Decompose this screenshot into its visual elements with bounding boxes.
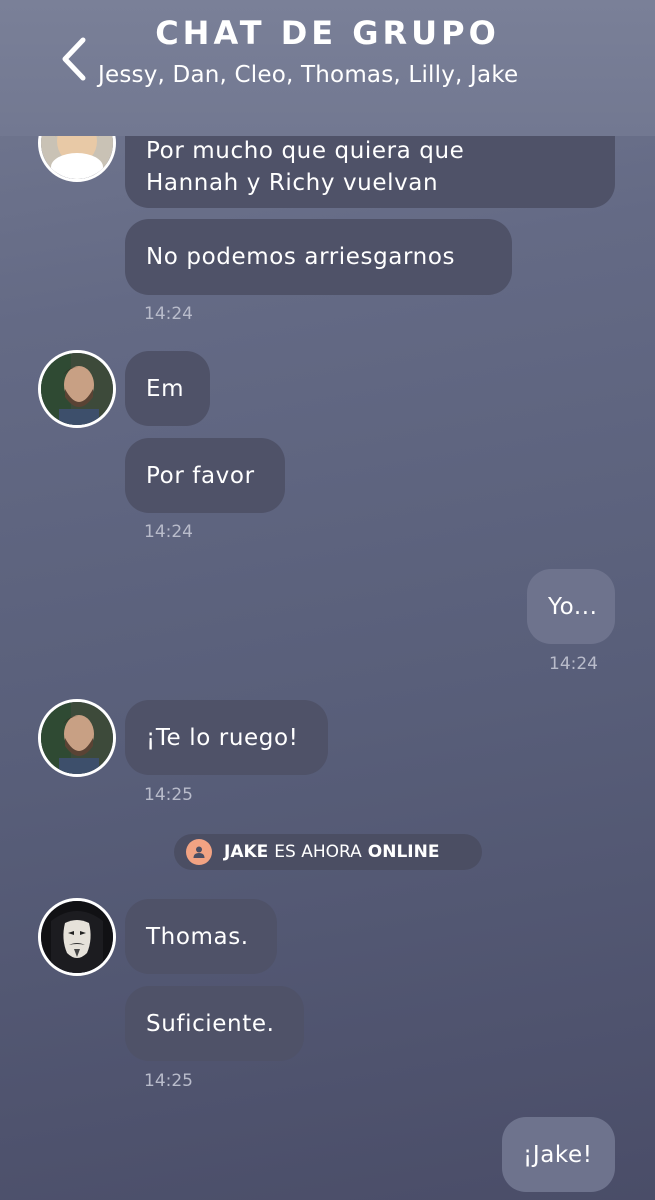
message-bubble: Por favor (125, 438, 285, 513)
status-username: JAKE (224, 842, 269, 862)
message-text: ¡Te lo ruego! (146, 724, 299, 751)
message-bubble-outgoing: Yo... (527, 569, 615, 644)
participants-list[interactable]: Jessy, Dan, Cleo, Thomas, Lilly, Jake (98, 62, 518, 88)
avatar-thomas[interactable] (38, 350, 116, 428)
message-timestamp: 14:25 (144, 1071, 193, 1091)
message-text: Yo... (548, 593, 598, 620)
message-text: No podemos arriesgarnos (146, 244, 456, 270)
message-timestamp: 14:24 (144, 304, 193, 324)
message-text: Por mucho que quiera que (146, 138, 465, 164)
chat-thread[interactable]: Por mucho que quiera que Hannah y Richy … (0, 0, 655, 1200)
message-bubble: Em (125, 351, 210, 426)
online-status-notice: JAKE ES AHORA ONLINE (174, 834, 482, 870)
message-text: Hannah y Richy vuelvan (146, 170, 439, 196)
message-bubble: No podemos arriesgarnos (125, 219, 512, 295)
message-text: Em (146, 375, 185, 402)
message-text: Por favor (146, 462, 255, 489)
chat-header: CHAT DE GRUPO Jessy, Dan, Cleo, Thomas, … (0, 0, 655, 136)
message-timestamp: 14:24 (144, 522, 193, 542)
message-text: Thomas. (146, 923, 249, 950)
message-text: ¡Jake! (523, 1141, 593, 1168)
message-timestamp: 14:25 (144, 785, 193, 805)
message-text: Suficiente. (146, 1010, 275, 1037)
message-bubble: ¡Te lo ruego! (125, 700, 328, 775)
message-timestamp: 14:24 (549, 654, 598, 674)
message-bubble-outgoing: ¡Jake! (502, 1117, 615, 1192)
avatar-thomas[interactable] (38, 699, 116, 777)
avatar-jake[interactable] (38, 898, 116, 976)
message-bubble: Suficiente. (125, 986, 304, 1061)
message-bubble: Thomas. (125, 899, 277, 974)
status-state: ONLINE (367, 842, 440, 862)
status-text: ES AHORA (274, 842, 362, 862)
page-title: CHAT DE GRUPO (155, 14, 500, 52)
user-icon (186, 839, 212, 865)
